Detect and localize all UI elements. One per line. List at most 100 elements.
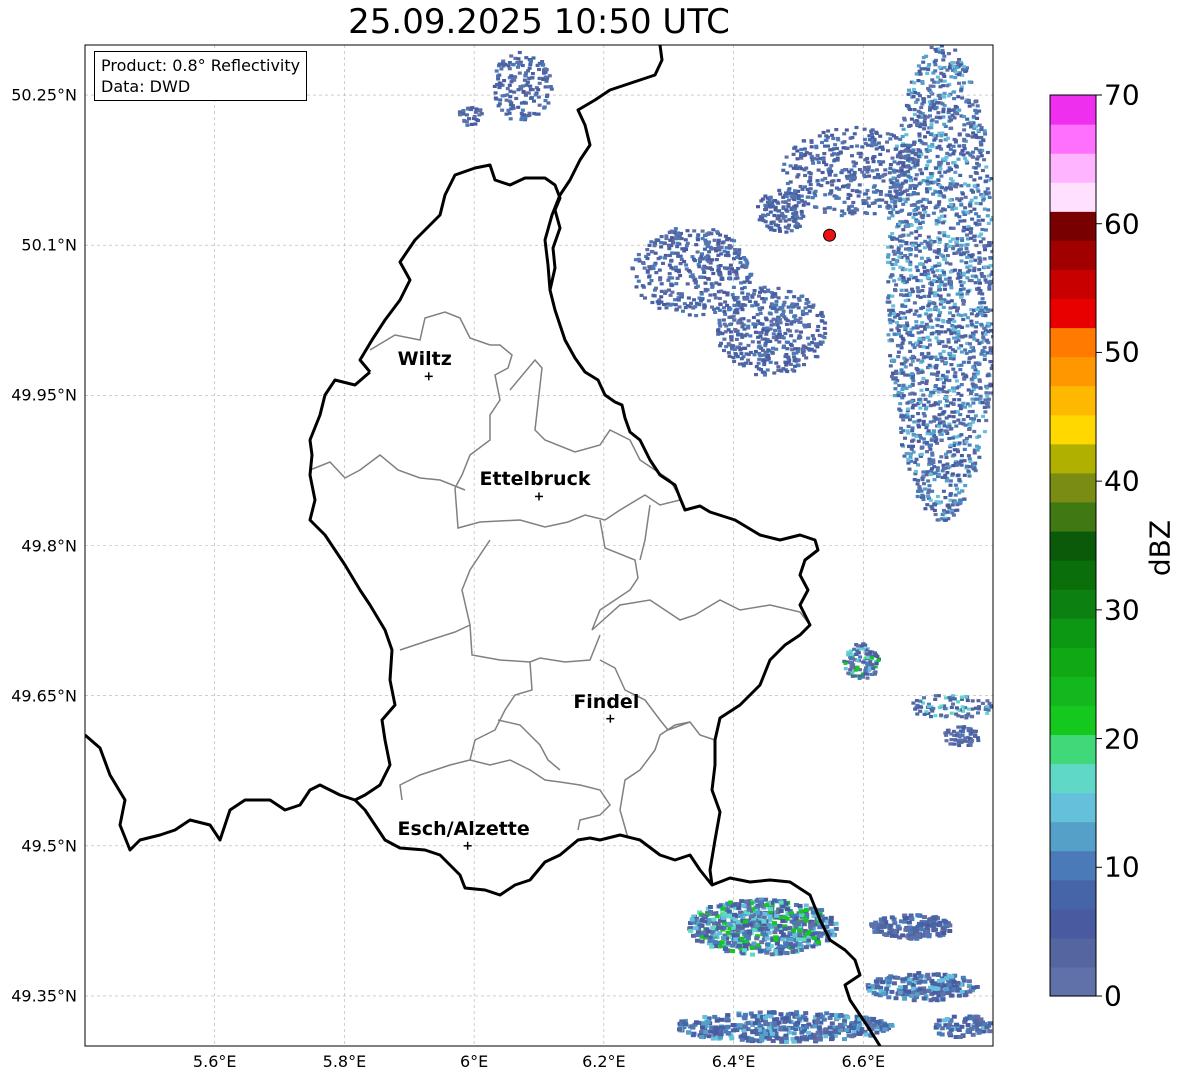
echo-cell <box>823 193 828 197</box>
echo-cell <box>925 190 930 194</box>
echo-cell <box>929 472 933 476</box>
echo-cell <box>959 184 964 188</box>
echo-cell <box>968 465 972 469</box>
echo-cell <box>528 84 533 88</box>
echo-cell <box>900 220 905 224</box>
echo-cell <box>904 133 909 137</box>
echo-cell <box>719 940 725 945</box>
echo-cell <box>933 927 939 932</box>
echo-cell <box>792 355 796 359</box>
echo-cell <box>730 345 734 349</box>
echo-cell <box>872 929 878 934</box>
echo-cell <box>735 255 739 259</box>
echo-cell <box>880 980 886 985</box>
echo-cell <box>943 696 948 700</box>
echo-cell <box>770 350 775 354</box>
echo-cell <box>744 934 749 939</box>
echo-cell <box>893 381 898 385</box>
echo-cell <box>772 898 778 903</box>
echo-cell <box>730 949 736 953</box>
echo-cell <box>758 949 764 954</box>
echo-cell <box>540 60 545 64</box>
echo-cell <box>772 921 777 926</box>
echo-cell <box>962 739 967 743</box>
echo-cell <box>898 402 903 406</box>
echo-cell <box>667 272 672 276</box>
echo-cell <box>970 382 975 386</box>
echo-cell <box>925 450 929 454</box>
echo-cell <box>878 190 883 194</box>
echo-cell <box>944 455 949 459</box>
echo-cell <box>531 56 536 60</box>
echo-cell <box>916 439 921 443</box>
echo-cell <box>737 913 743 918</box>
echo-cell <box>963 405 967 409</box>
echo-cell <box>762 285 767 289</box>
echo-cell <box>957 491 962 495</box>
echo-cell <box>967 80 972 84</box>
echo-cell <box>981 237 986 241</box>
echo-cell <box>923 67 928 71</box>
echo-cell <box>754 936 760 941</box>
echo-cell <box>911 444 915 448</box>
echo-cell <box>934 120 939 124</box>
echo-cell <box>918 974 924 979</box>
echo-cell <box>876 658 881 662</box>
echo-cell <box>718 344 723 348</box>
echo-cell <box>812 349 817 353</box>
echo-cell <box>947 436 952 441</box>
echo-cell <box>537 67 541 72</box>
echo-cell <box>973 108 978 112</box>
echo-cell <box>874 147 879 151</box>
echo-cell <box>878 192 883 196</box>
echo-cell <box>935 75 940 79</box>
echo-cell <box>933 697 938 701</box>
echo-cell <box>930 78 935 82</box>
echo-cell <box>936 94 941 98</box>
echo-cell <box>667 247 672 251</box>
echo-cell <box>977 379 982 383</box>
echo-cell <box>972 467 977 471</box>
echo-cell <box>866 168 871 172</box>
echo-cell <box>929 181 934 185</box>
echo-cell <box>982 207 987 211</box>
echo-cell <box>855 208 860 212</box>
echo-cell <box>959 203 964 207</box>
echo-cell <box>753 349 758 354</box>
echo-cell <box>781 200 786 204</box>
echo-cell <box>957 133 962 137</box>
echo-cell <box>948 311 952 315</box>
echo-cell <box>778 900 784 905</box>
echo-cell <box>961 360 966 364</box>
echo-cell <box>945 510 950 514</box>
echo-cell <box>780 904 786 909</box>
echo-cell <box>913 151 918 156</box>
echo-cell <box>537 103 542 107</box>
echo-cell <box>977 251 982 255</box>
echo-cell <box>808 152 813 156</box>
echo-cell <box>976 189 981 193</box>
echo-cell <box>953 48 958 52</box>
echo-cell <box>722 322 727 326</box>
echo-cell <box>936 390 941 394</box>
echo-cell <box>897 277 902 281</box>
echo-cell <box>504 112 509 116</box>
echo-cell <box>933 291 938 295</box>
echo-cell <box>759 926 765 931</box>
echo-cell <box>925 269 930 273</box>
echo-cell <box>861 201 866 206</box>
echo-cell <box>764 207 769 211</box>
echo-cell <box>907 444 912 448</box>
echo-cell <box>735 295 740 300</box>
echo-cell <box>824 138 829 142</box>
echo-cell <box>936 370 941 374</box>
echo-cell <box>701 267 706 271</box>
radar-map[interactable] <box>0 0 1184 1081</box>
echo-cell <box>994 270 998 273</box>
echo-cell <box>832 207 837 211</box>
echo-cell <box>791 212 796 216</box>
echo-cell <box>699 299 703 303</box>
echo-cell <box>887 171 892 175</box>
echo-cell <box>746 907 752 912</box>
echo-cell <box>878 134 883 138</box>
